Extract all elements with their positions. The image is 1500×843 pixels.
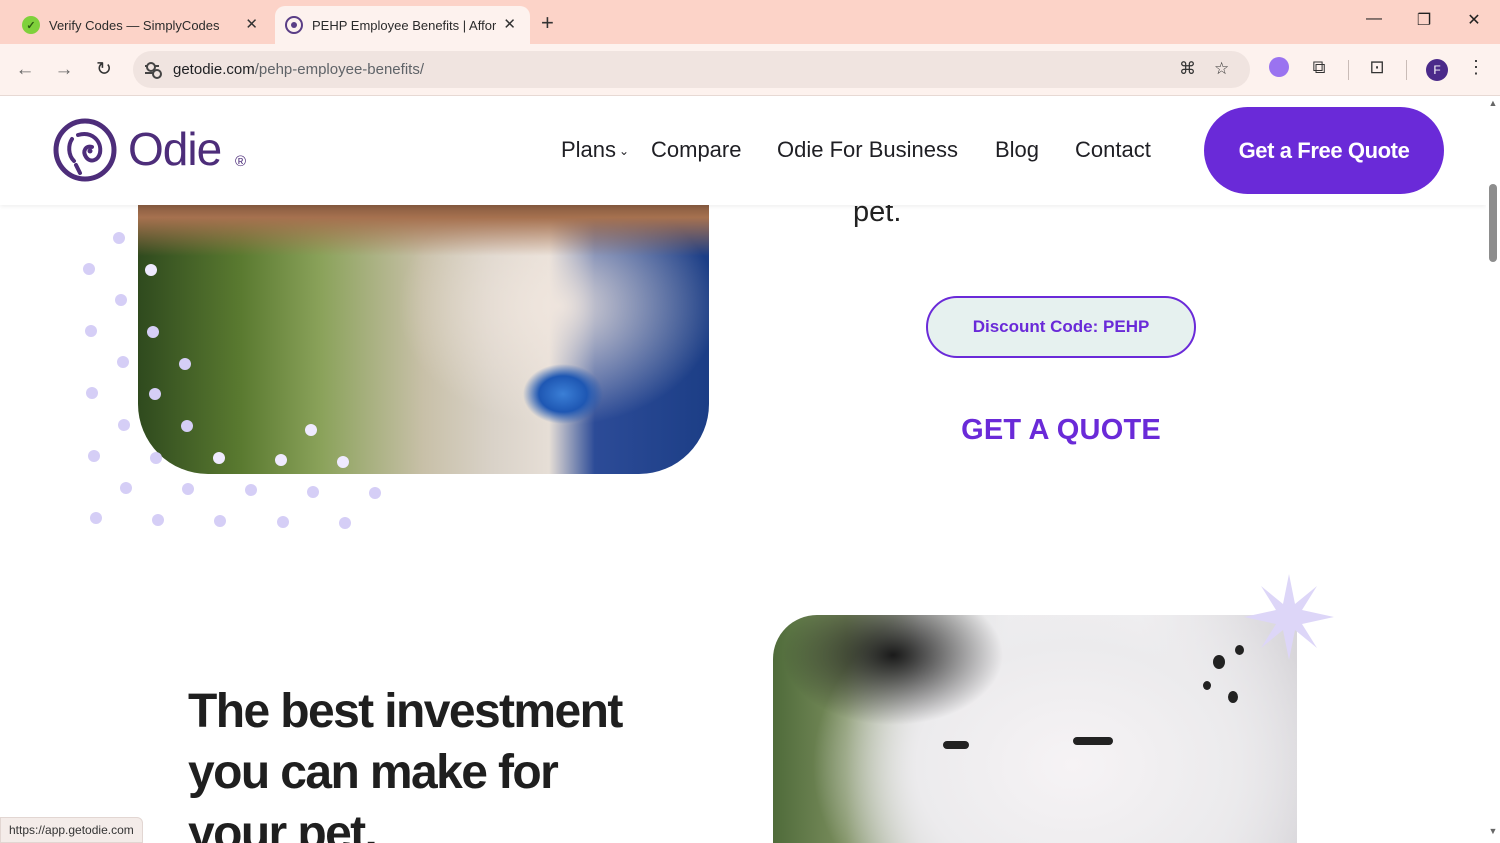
section-headline: The best investment you can make for you… (188, 685, 623, 843)
tab-verify-codes[interactable]: ✓ Verify Codes — SimplyCodes ✕ (10, 6, 272, 44)
minimize-icon[interactable]: — (1359, 10, 1389, 28)
reload-icon[interactable]: ↻ (90, 56, 118, 84)
nav-blog[interactable]: Blog (995, 137, 1039, 163)
back-icon[interactable]: ← (11, 56, 39, 84)
site-header: Odie ® Plans ⌄ Compare Odie For Business … (0, 96, 1486, 205)
extension-simplycodes-icon[interactable] (1266, 57, 1292, 82)
nav-plans[interactable]: Plans ⌄ (561, 137, 629, 163)
get-free-quote-button[interactable]: Get a Free Quote (1204, 107, 1444, 194)
tab-title: PEHP Employee Benefits | Affordab (312, 17, 496, 33)
site-settings-icon[interactable] (143, 60, 162, 79)
tab-search-icon[interactable]: ⊡ (1364, 57, 1390, 78)
forward-icon[interactable]: → (50, 56, 78, 84)
link-status-bar: https://app.getodie.com (0, 817, 143, 843)
menu-kebab-icon[interactable]: ⋮ (1463, 57, 1489, 78)
profile-avatar[interactable]: F (1426, 59, 1448, 81)
extensions-puzzle-icon[interactable]: ⧉ (1306, 57, 1332, 78)
close-tab-icon[interactable]: ✕ (503, 15, 516, 33)
scroll-down-icon[interactable]: ▼ (1488, 826, 1498, 836)
translate-icon[interactable]: ⌘ (1179, 59, 1196, 79)
page-viewport: pet. Discount Code: PEHP GET A QUOTE The… (0, 96, 1486, 843)
browser-tab-strip: ✓ Verify Codes — SimplyCodes ✕ PEHP Empl… (0, 0, 1500, 44)
address-bar[interactable]: getodie.com/pehp-employee-benefits/ ⌘ ☆ (133, 51, 1250, 88)
bookmark-star-icon[interactable]: ☆ (1214, 59, 1229, 79)
sparkle-star-decoration (1244, 574, 1334, 660)
tab-title: Verify Codes — SimplyCodes (49, 17, 220, 33)
close-window-icon[interactable]: ✕ (1459, 10, 1489, 30)
url-text[interactable]: getodie.com/pehp-employee-benefits/ (173, 61, 424, 78)
tab-pehp-benefits[interactable]: PEHP Employee Benefits | Affordab ✕ (275, 6, 530, 44)
logo-registered-mark: ® (235, 153, 247, 170)
dog-photo-hero (138, 186, 709, 474)
new-tab-button[interactable]: + (541, 10, 554, 36)
discount-code-button[interactable]: Discount Code: PEHP (926, 296, 1196, 358)
chevron-down-icon: ⌄ (619, 144, 630, 159)
scrollbar-thumb[interactable] (1489, 184, 1497, 262)
nav-compare[interactable]: Compare (651, 137, 741, 163)
odie-logo-icon[interactable] (52, 117, 118, 183)
page-scrollbar[interactable]: ▲ ▼ (1486, 96, 1500, 843)
odie-favicon-icon (285, 16, 303, 34)
logo-wordmark[interactable]: Odie (128, 122, 222, 176)
dalmatian-photo (773, 615, 1297, 843)
close-tab-icon[interactable]: ✕ (245, 15, 258, 33)
simplycodes-favicon-icon: ✓ (22, 16, 40, 34)
get-a-quote-link[interactable]: GET A QUOTE (926, 414, 1196, 447)
nav-contact[interactable]: Contact (1075, 137, 1151, 163)
browser-toolbar: ← → ↻ getodie.com/pehp-employee-benefits… (0, 44, 1500, 96)
nav-odie-for-business[interactable]: Odie For Business (777, 137, 958, 163)
restore-icon[interactable]: ❐ (1409, 10, 1439, 30)
scroll-up-icon[interactable]: ▲ (1488, 98, 1498, 108)
